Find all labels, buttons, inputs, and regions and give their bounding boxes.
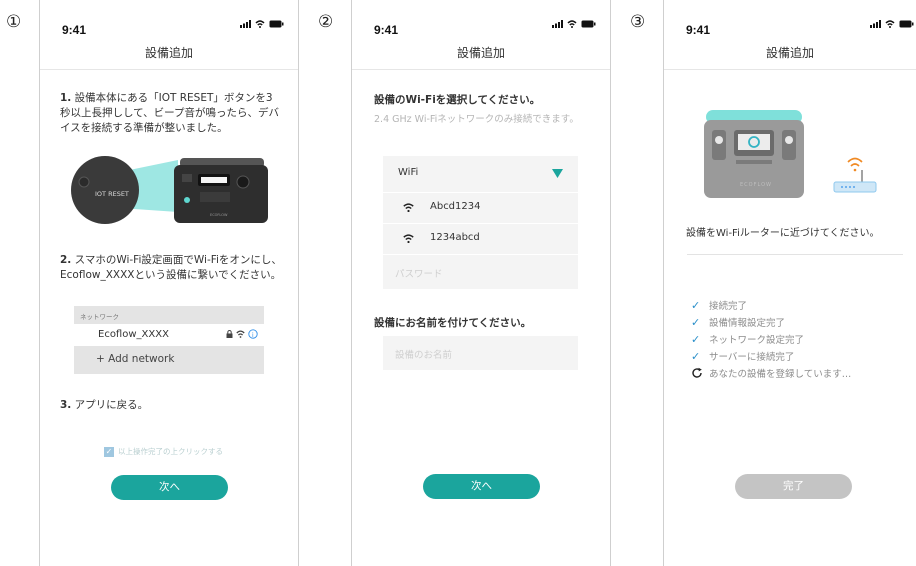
lock-icon xyxy=(226,330,233,338)
header-divider xyxy=(664,69,916,70)
wifi-icon xyxy=(403,203,414,212)
step-marker-1: ① xyxy=(6,12,22,32)
confirm-checkbox-label: 以上操作完了の上クリックする xyxy=(118,447,223,456)
wifi-status-icon xyxy=(567,20,577,28)
device-name-heading: 設備にお名前を付けてください。 xyxy=(374,317,532,329)
step1-text: 設備本体にある「IOT RESET」ボタンを3秒以上長押しして、ビープ音が鳴った… xyxy=(60,92,280,134)
status-bar: 9:41 xyxy=(686,19,914,37)
dropdown-triangle-icon xyxy=(552,169,563,178)
wifi-dropdown[interactable]: WiFi xyxy=(383,156,578,192)
signal-icon xyxy=(552,20,563,28)
progress-item: ✓ 接続完了 xyxy=(691,298,748,313)
check-icon: ✓ xyxy=(691,332,701,346)
progress-item: ✓ 設備情報設定完了 xyxy=(691,315,786,330)
phone-screen-1: 9:41 設備追加 1. 設備本体にある「IOT RESET」ボタンを3秒以上長… xyxy=(39,0,299,566)
wifi-band-note: 2.4 GHz Wi-Fiネットワークのみ接続できます。 xyxy=(374,114,579,125)
ecoflow-logo: ECOFLOW xyxy=(210,213,228,217)
status-time: 9:41 xyxy=(374,23,399,37)
signal-icon xyxy=(240,20,251,28)
wifi-status-icon xyxy=(255,20,265,28)
step2-number: 2. xyxy=(60,254,72,266)
page-title: 設備追加 xyxy=(765,46,814,60)
battery-icon xyxy=(899,20,914,28)
wifi-network-name: 1234abcd xyxy=(430,232,480,243)
wifi-dropdown-value: WiFi xyxy=(398,167,419,178)
network-name: Ecoflow_XXXX xyxy=(98,329,169,340)
status-time: 9:41 xyxy=(62,23,87,37)
status-bar: 9:41 xyxy=(62,19,284,37)
check-icon: ✓ xyxy=(691,349,701,363)
wifi-network-list: ネットワーク Ecoflow_XXXX i + Add network xyxy=(74,306,264,374)
progress-item-loading: あなたの設備を登録しています… xyxy=(691,366,851,380)
wifi-select-heading: 設備のWi-Fiを選択してください。 xyxy=(374,94,541,106)
device-name-placeholder: 設備のお名前 xyxy=(395,350,453,361)
step3-text: アプリに戻る。 xyxy=(74,399,149,411)
device-router-illustration: ECOFLOW xyxy=(704,110,877,198)
next-button[interactable]: 次へ xyxy=(423,474,540,499)
iot-reset-illustration: IOT RESET ECOFLOW xyxy=(71,156,268,224)
system-icons xyxy=(870,20,914,28)
add-network-button[interactable]: + Add network xyxy=(74,346,264,374)
signal-icon xyxy=(870,20,881,28)
password-input[interactable]: パスワード xyxy=(383,255,578,289)
confirm-checkbox-row[interactable]: ✓ 以上操作完了の上クリックする xyxy=(104,446,223,457)
progress-item: ✓ サーバーに接続完了 xyxy=(691,349,795,364)
check-icon: ✓ xyxy=(691,298,701,312)
confirm-checkbox[interactable]: ✓ xyxy=(104,446,114,457)
refresh-icon xyxy=(692,367,702,378)
page-title: 設備追加 xyxy=(456,46,505,60)
step2-text: スマホのWi-Fi設定画面でWi-Fiをオンにし、Ecoflow_XXXXという… xyxy=(60,254,282,281)
system-icons xyxy=(240,20,284,28)
network-list-header: ネットワーク xyxy=(74,306,264,324)
wifi-icon xyxy=(403,234,414,243)
page-title: 設備追加 xyxy=(144,46,193,60)
step-marker-2: ② xyxy=(318,12,334,32)
progress-item: ✓ ネットワーク設定完了 xyxy=(691,332,805,347)
proximity-instruction: 設備をWi-Fiルーターに近づけてください。 xyxy=(686,228,880,239)
step2-instruction: 2. スマホのWi-Fi設定画面でWi-Fiをオンにし、Ecoflow_XXXX… xyxy=(60,253,282,283)
check-icon: ✓ xyxy=(691,315,701,329)
step1-instruction: 1. 設備本体にある「IOT RESET」ボタンを3秒以上長押しして、ビープ音が… xyxy=(60,91,282,136)
header-divider xyxy=(40,69,298,70)
wifi-strength-icon xyxy=(236,330,245,338)
wifi-network-option[interactable]: Abcd1234 xyxy=(383,193,578,223)
section-divider xyxy=(687,254,903,255)
wifi-status-icon xyxy=(885,20,895,28)
header-divider xyxy=(352,69,610,70)
next-button[interactable]: 次へ xyxy=(111,475,228,500)
step1-number: 1. xyxy=(60,92,72,104)
password-placeholder: パスワード xyxy=(395,269,443,280)
phone-screen-3: 9:41 設備追加 ECOFLOW 設備をWi-Fiルーターに近づけてください。… xyxy=(663,0,916,566)
system-icons xyxy=(552,20,596,28)
iot-reset-label: IOT RESET xyxy=(95,190,129,198)
battery-icon xyxy=(581,20,596,28)
done-button[interactable]: 完了 xyxy=(735,474,852,499)
step3-instruction: 3. アプリに戻る。 xyxy=(60,398,282,413)
device-name-input[interactable]: 設備のお名前 xyxy=(383,336,578,370)
battery-icon xyxy=(269,20,284,28)
wifi-network-name: Abcd1234 xyxy=(430,201,481,212)
status-bar: 9:41 xyxy=(374,19,596,37)
info-icon[interactable]: i xyxy=(248,329,258,339)
ecoflow-logo: ECOFLOW xyxy=(740,182,772,188)
phone-screen-2: 9:41 設備追加 設備のWi-Fiを選択してください。 2.4 GHz Wi-… xyxy=(351,0,611,566)
step3-number: 3. xyxy=(60,399,72,411)
status-time: 9:41 xyxy=(686,23,711,37)
step-marker-3: ③ xyxy=(630,12,646,32)
wifi-network-option[interactable]: 1234abcd xyxy=(383,224,578,254)
network-item-ecoflow[interactable]: Ecoflow_XXXX i xyxy=(74,324,264,346)
